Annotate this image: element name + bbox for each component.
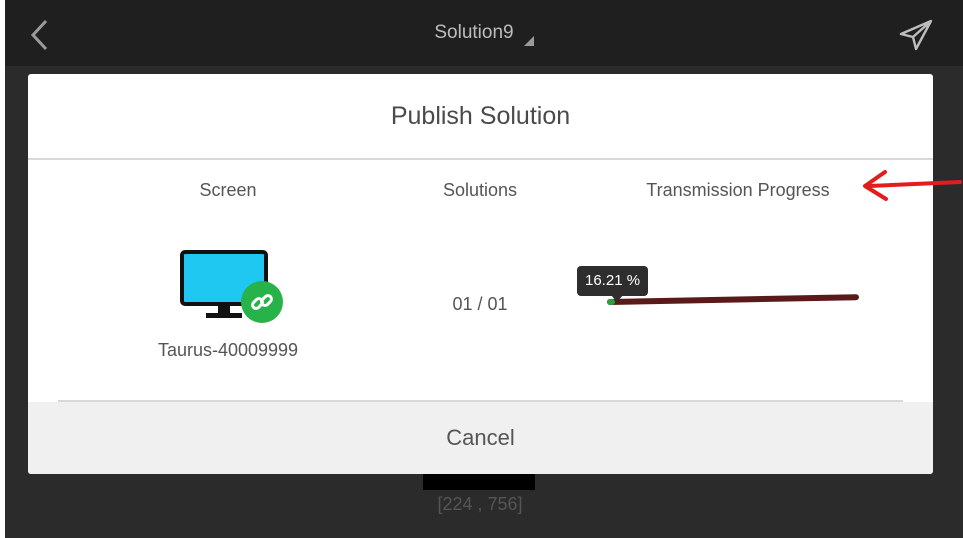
title-caret-icon[interactable] [523, 36, 534, 46]
tooltip-pointer [611, 295, 623, 302]
device-name: Taurus-40009999 [157, 340, 299, 360]
annotation-arrow-icon [863, 170, 962, 201]
app-window: Solution9 [224 , 756] Publish Solution S… [5, 0, 963, 538]
solutions-count: 01 / 01 [452, 294, 508, 314]
publish-dialog: Publish Solution Screen Solutions Transm… [28, 74, 933, 474]
column-header-progress: Transmission Progress [646, 180, 830, 200]
transmission-progress: 16.21 % [577, 262, 867, 322]
app-title: Solution9 [434, 22, 514, 43]
column-header-solutions: Solutions [442, 180, 518, 200]
progress-tooltip: 16.21 % [577, 266, 649, 296]
title-area: Solution9 [5, 0, 963, 66]
background-coords: [224 , 756] [437, 494, 523, 514]
monitor-link-icon [180, 250, 283, 323]
top-bar: Solution9 [5, 0, 963, 66]
column-header-screen: Screen [199, 180, 257, 200]
cancel-button[interactable]: Cancel [28, 402, 933, 474]
background-block [423, 472, 535, 490]
dialog-title: Publish Solution [28, 74, 933, 160]
send-icon[interactable] [898, 18, 934, 52]
